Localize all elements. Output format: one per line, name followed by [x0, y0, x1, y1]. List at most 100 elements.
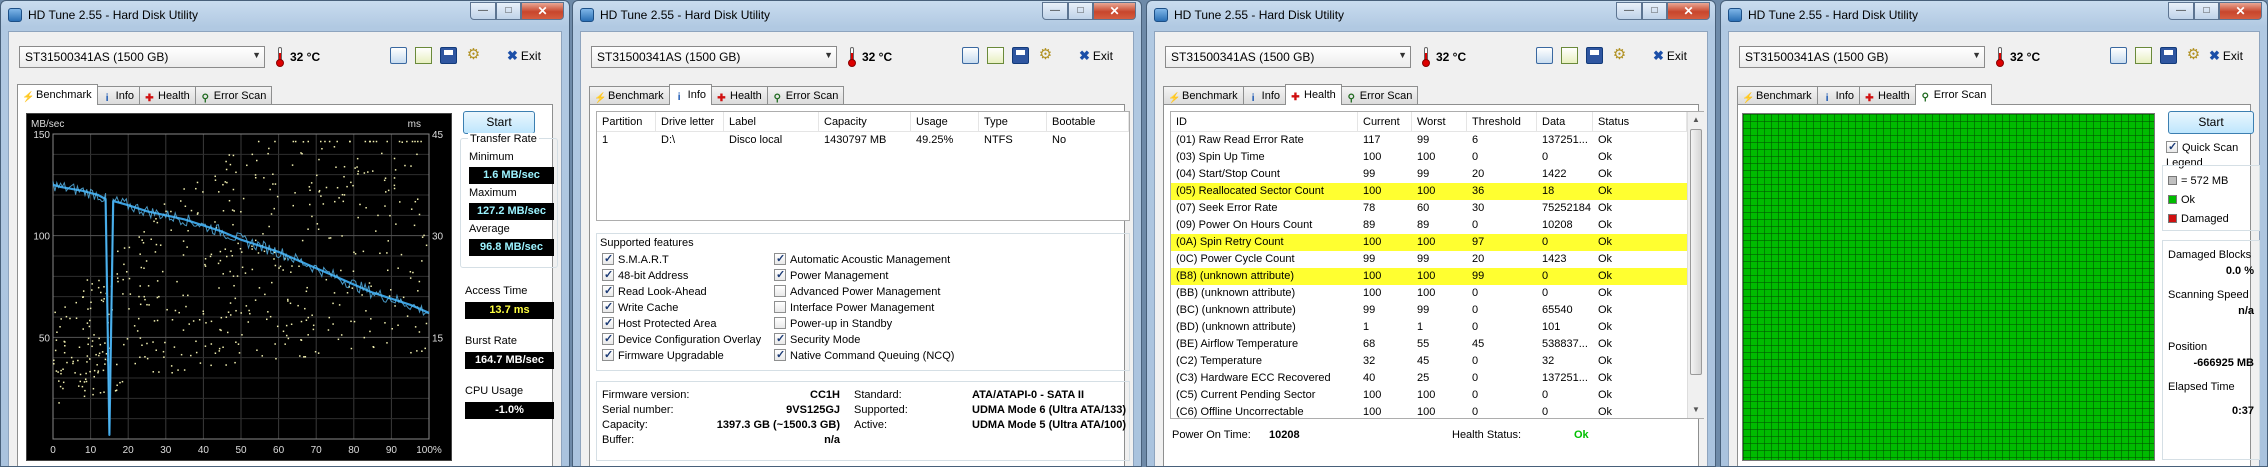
exit-button[interactable]: ✖ Exit	[2209, 48, 2243, 64]
drive-select[interactable]: ST31500341AS (1500 GB) ▼	[19, 46, 265, 68]
exit-button[interactable]: ✖ Exit	[507, 48, 541, 64]
column-header[interactable]: Data	[1537, 112, 1593, 131]
feature-checkbox[interactable]: 48-bit Address	[602, 268, 688, 282]
table-row[interactable]: (03) Spin Up Time 100 100 0 0 Ok	[1171, 149, 1703, 166]
options-icon[interactable]: ⚙	[1037, 47, 1054, 64]
start-button[interactable]: Start	[2168, 111, 2254, 134]
table-row[interactable]: (0C) Power Cycle Count 99 99 20 1423 Ok	[1171, 251, 1703, 268]
tab-error-scan[interactable]: ⚲ Error Scan	[1340, 86, 1419, 105]
feature-checkbox[interactable]: Host Protected Area	[602, 316, 716, 330]
copy-info-icon[interactable]	[1536, 47, 1553, 64]
feature-checkbox[interactable]: Native Command Queuing (NCQ)	[774, 348, 954, 362]
tab-info[interactable]: i Info	[96, 86, 140, 105]
table-row[interactable]: (C3) Hardware ECC Recovered 40 25 0 137251..…	[1171, 370, 1703, 387]
title-bar[interactable]: HD Tune 2.55 - Hard Disk Utility — □ ✕	[1721, 1, 2267, 29]
feature-checkbox[interactable]: Advanced Power Management	[774, 285, 940, 298]
save-icon[interactable]	[1012, 47, 1029, 64]
table-row[interactable]: (BB) (unknown attribute) 100 100 0 0 Ok	[1171, 285, 1703, 302]
feature-checkbox[interactable]: Power-up in Standby	[774, 317, 892, 330]
feature-checkbox[interactable]: S.M.A.R.T	[602, 252, 669, 266]
start-button[interactable]: Start	[463, 111, 535, 134]
tab-health[interactable]: ✚ Health	[1285, 84, 1342, 105]
minimize-button[interactable]: —	[1616, 2, 1642, 20]
exit-button[interactable]: ✖ Exit	[1079, 48, 1113, 64]
feature-checkbox[interactable]: Firmware Upgradable	[602, 348, 724, 362]
tab-benchmark[interactable]: ⚡ Benchmark	[589, 86, 670, 105]
drive-select[interactable]: ST31500341AS (1500 GB) ▼	[591, 46, 837, 68]
options-icon[interactable]: ⚙	[2185, 47, 2202, 64]
save-icon[interactable]	[440, 47, 457, 64]
table-row[interactable]: (09) Power On Hours Count 89 89 0 10208 Ok	[1171, 217, 1703, 234]
options-icon[interactable]: ⚙	[1611, 47, 1628, 64]
copy-info-icon[interactable]	[390, 47, 407, 64]
feature-checkbox[interactable]: Write Cache	[602, 300, 678, 314]
column-header[interactable]: Partition	[597, 112, 656, 131]
table-row[interactable]: (05) Reallocated Sector Count 100 100 36 18 O…	[1171, 183, 1703, 200]
maximize-button[interactable]: □	[2194, 2, 2219, 20]
maximize-button[interactable]: □	[496, 2, 521, 20]
save-icon[interactable]	[2160, 47, 2177, 64]
tab-error-scan[interactable]: ⚲ Error Scan	[194, 86, 273, 105]
table-row[interactable]: (07) Seek Error Rate 78 60 30 75252184 Ok	[1171, 200, 1703, 217]
table-row[interactable]: (BC) (unknown attribute) 99 99 0 65540 Ok	[1171, 302, 1703, 319]
minimize-button[interactable]: —	[470, 2, 496, 20]
column-header[interactable]: Status	[1593, 112, 1687, 131]
column-header[interactable]: Threshold	[1467, 112, 1537, 131]
copy-text-icon[interactable]	[987, 47, 1004, 64]
exit-button[interactable]: ✖ Exit	[1653, 48, 1687, 64]
scroll-thumb[interactable]	[1690, 129, 1702, 375]
table-row[interactable]: (01) Raw Read Error Rate 117 99 6 137251... O…	[1171, 132, 1703, 149]
feature-checkbox[interactable]: Automatic Acoustic Management	[774, 252, 950, 266]
table-row[interactable]: (04) Start/Stop Count 99 99 20 1422 Ok	[1171, 166, 1703, 183]
tab-benchmark[interactable]: ⚡ Benchmark	[1163, 86, 1244, 105]
table-row[interactable]: (BE) Airflow Temperature 68 55 45 538837... O…	[1171, 336, 1703, 353]
copy-text-icon[interactable]	[1561, 47, 1578, 64]
tab-health[interactable]: ✚ Health	[139, 86, 196, 105]
column-header[interactable]: Current	[1358, 112, 1412, 131]
tab-health[interactable]: ✚ Health	[1859, 86, 1916, 105]
copy-info-icon[interactable]	[962, 47, 979, 64]
table-row[interactable]: (B8) (unknown attribute) 100 100 99 0 Ok	[1171, 268, 1703, 285]
maximize-button[interactable]: □	[1642, 2, 1667, 20]
tab-benchmark[interactable]: ⚡ Benchmark	[17, 84, 98, 105]
drive-select[interactable]: ST31500341AS (1500 GB) ▼	[1165, 46, 1411, 68]
tab-health[interactable]: ✚ Health	[711, 86, 768, 105]
feature-checkbox[interactable]: Security Mode	[774, 332, 860, 346]
tab-error-scan[interactable]: ⚲ Error Scan	[766, 86, 845, 105]
table-row[interactable]: (BD) (unknown attribute) 1 1 0 101 Ok	[1171, 319, 1703, 336]
close-button[interactable]: ✕	[1667, 2, 1710, 20]
title-bar[interactable]: HD Tune 2.55 - Hard Disk Utility — □ ✕	[573, 1, 1141, 29]
table-row[interactable]: (C2) Temperature 32 45 0 32 Ok	[1171, 353, 1703, 370]
column-header[interactable]: ID	[1171, 112, 1358, 131]
column-header[interactable]: Drive letter	[656, 112, 724, 131]
close-button[interactable]: ✕	[2219, 2, 2262, 20]
title-bar[interactable]: HD Tune 2.55 - Hard Disk Utility — □ ✕	[1, 1, 569, 29]
table-row[interactable]: (0A) Spin Retry Count 100 100 97 0 Ok	[1171, 234, 1703, 251]
column-header[interactable]: Usage	[911, 112, 979, 131]
close-button[interactable]: ✕	[521, 2, 564, 20]
save-icon[interactable]	[1586, 47, 1603, 64]
table-row[interactable]: (C6) Offline Uncorrectable 100 100 0 0 Ok	[1171, 404, 1703, 421]
column-header[interactable]: Label	[724, 112, 819, 131]
options-icon[interactable]: ⚙	[465, 47, 482, 64]
vertical-scrollbar[interactable]: ▲ ▼	[1687, 112, 1704, 418]
tab-info[interactable]: i Info	[668, 84, 712, 105]
column-header[interactable]: Type	[979, 112, 1047, 131]
tab-error-scan[interactable]: ⚲ Error Scan	[1914, 84, 1993, 105]
scroll-up-icon[interactable]: ▲	[1688, 112, 1704, 128]
column-header[interactable]: Worst	[1412, 112, 1467, 131]
tab-info[interactable]: i Info	[1242, 86, 1286, 105]
title-bar[interactable]: HD Tune 2.55 - Hard Disk Utility — □ ✕	[1147, 1, 1715, 29]
table-row[interactable]: (C5) Current Pending Sector 100 100 0 0 Ok	[1171, 387, 1703, 404]
column-header[interactable]: Bootable	[1047, 112, 1129, 131]
copy-text-icon[interactable]	[2135, 47, 2152, 64]
column-header[interactable]: Capacity	[819, 112, 911, 131]
feature-checkbox[interactable]: Interface Power Management	[774, 301, 934, 314]
maximize-button[interactable]: □	[1068, 2, 1093, 20]
drive-select[interactable]: ST31500341AS (1500 GB) ▼	[1739, 46, 1985, 68]
minimize-button[interactable]: —	[1042, 2, 1068, 20]
quick-scan-checkbox[interactable]: Quick Scan	[2166, 140, 2238, 154]
close-button[interactable]: ✕	[1093, 2, 1136, 20]
scroll-down-icon[interactable]: ▼	[1688, 402, 1704, 418]
feature-checkbox[interactable]: Read Look-Ahead	[602, 284, 707, 298]
